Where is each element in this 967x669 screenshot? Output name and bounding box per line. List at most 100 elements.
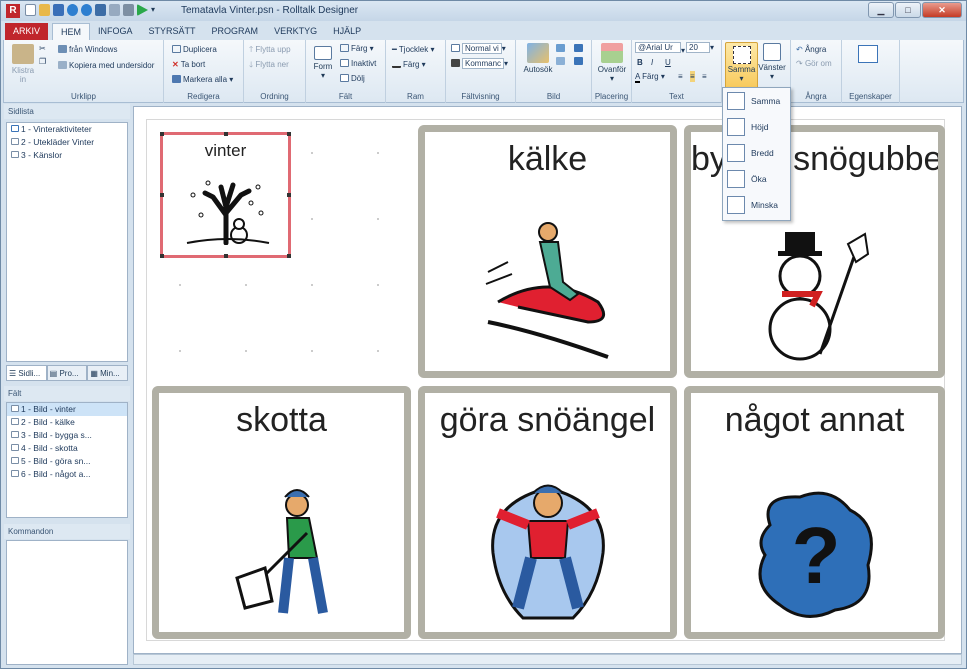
page-item[interactable]: 2 - Utekläder Vinter (7, 136, 127, 149)
page-canvas[interactable]: vinter kälke bygga snögubbe skotta göra … (146, 119, 945, 641)
font-select[interactable]: @Arial Ur ▾ (635, 42, 685, 56)
svg-text:?: ? (791, 511, 840, 600)
tab-program-panel[interactable]: ▤ Pro... (46, 365, 88, 381)
cell-vinter[interactable]: vinter (160, 132, 291, 258)
resize-handle[interactable] (160, 193, 164, 197)
command-view-select[interactable]: Kommanc ▾ (451, 58, 508, 69)
bold-button[interactable]: B (637, 57, 643, 68)
camera-icon[interactable] (574, 43, 585, 54)
play-icon[interactable] (137, 4, 148, 16)
copy-with-subpages-button[interactable]: Kopiera med undersidor (58, 60, 154, 71)
border-color-button[interactable]: Färg ▾ (392, 59, 426, 70)
same-size-button[interactable]: Samma ▾ (725, 42, 758, 90)
tab-styrsatt[interactable]: STYRSÄTT (141, 23, 204, 40)
underline-button[interactable]: U (665, 57, 671, 68)
normal-view-select[interactable]: Normal vi ▾ (451, 43, 506, 54)
resize-handle[interactable] (287, 132, 291, 136)
group-ordning: 🡑 Flytta upp 🡓 Flytta ner Ordning (244, 40, 306, 103)
move-down-button[interactable]: 🡓 Flytta ner (249, 59, 289, 70)
move-up-button[interactable]: 🡑 Flytta upp (249, 44, 291, 55)
horizontal-scrollbar[interactable] (133, 654, 962, 665)
image-icon[interactable] (556, 43, 567, 54)
resize-handle[interactable] (287, 193, 291, 197)
delete-button[interactable]: ✕ Ta bort (172, 59, 205, 70)
close-button[interactable]: ✕ (922, 2, 962, 18)
back-icon[interactable] (67, 4, 78, 16)
app-icon[interactable]: R (6, 4, 20, 18)
tab-hem[interactable]: HEM (52, 23, 91, 40)
redo-button[interactable]: ↷ Gör om (796, 58, 832, 69)
menu-item-oka[interactable]: Öka (723, 166, 790, 192)
group-angra: ↶ Ångra ↷ Gör om Ångra (790, 40, 842, 103)
field-color-button[interactable]: Färg ▾ (340, 43, 374, 54)
tab-sidlista[interactable]: ☰ Sidli... (6, 365, 47, 381)
align-right-icon[interactable]: ≡ (702, 71, 707, 82)
settings-icon[interactable] (123, 4, 134, 16)
font-size-select[interactable]: 20 ▾ (686, 42, 714, 53)
forward-icon[interactable] (81, 4, 92, 16)
page-item[interactable]: 1 - Vinteraktiviteter (7, 123, 127, 136)
align-center-icon[interactable]: ≡ (690, 71, 695, 82)
hide-checkbox[interactable]: Dölj (340, 73, 365, 84)
tab-program[interactable]: PROGRAM (204, 23, 267, 40)
command-list[interactable] (6, 540, 128, 665)
cell-nagot-annat[interactable]: något annat ? (684, 386, 945, 639)
page-item[interactable]: 3 - Känslor (7, 149, 127, 162)
form-button[interactable]: Form ▾ (310, 46, 336, 80)
maximize-button[interactable]: □ (895, 2, 921, 18)
menu-item-bredd[interactable]: Bredd (723, 140, 790, 166)
cell-label: skotta (236, 401, 327, 439)
italic-button[interactable]: I (651, 57, 653, 68)
field-item[interactable]: 5 - Bild - göra sn... (7, 455, 127, 468)
menu-item-minska[interactable]: Minska (723, 192, 790, 218)
page-list[interactable]: 1 - Vinteraktiviteter 2 - Utekläder Vint… (6, 122, 128, 362)
open-icon[interactable] (39, 4, 50, 16)
field-item[interactable]: 4 - Bild - skotta (7, 442, 127, 455)
resize-handle[interactable] (160, 254, 164, 258)
resize-handle[interactable] (287, 254, 291, 258)
field-item[interactable]: 3 - Bild - bygga s... (7, 429, 127, 442)
cell-kalke[interactable]: kälke (418, 125, 677, 378)
paste-button[interactable]: Klistra in (8, 44, 38, 84)
image-edit-icon[interactable] (556, 56, 567, 67)
cut-icon[interactable]: ✂ (39, 43, 46, 54)
field-item[interactable]: 6 - Bild - något a... (7, 468, 127, 481)
text-color-button[interactable]: A Färg ▾ (635, 71, 665, 83)
properties-icon[interactable] (858, 45, 878, 63)
qat-customize[interactable]: ▾ (151, 4, 159, 16)
menu-item-samma[interactable]: Samma (723, 88, 790, 114)
undo-icon[interactable] (95, 4, 106, 16)
autosok-button[interactable]: Autosök (520, 43, 556, 74)
minimize-button[interactable]: ▁ (868, 2, 894, 18)
video-icon[interactable] (574, 56, 585, 67)
group-falt: Form ▾ Färg ▾ Inaktivt Dölj Fält (306, 40, 386, 103)
resize-handle[interactable] (224, 254, 228, 258)
resize-handle[interactable] (160, 132, 164, 136)
field-item[interactable]: 1 - Bild - vinter (7, 403, 127, 416)
resize-handle[interactable] (224, 132, 228, 136)
cell-skotta[interactable]: skotta (152, 386, 411, 639)
save-icon[interactable] (53, 4, 64, 16)
menu-item-hojd[interactable]: Höjd (723, 114, 790, 140)
tab-arkiv[interactable]: ARKIV (5, 23, 49, 40)
select-all-button[interactable]: Markera alla ▾ (172, 74, 233, 85)
from-windows-button[interactable]: från Windows (58, 44, 117, 55)
cell-gora-snoangel[interactable]: göra snöängel (418, 386, 677, 639)
duplicate-button[interactable]: Duplicera (172, 44, 217, 55)
field-list[interactable]: 1 - Bild - vinter 2 - Bild - kälke 3 - B… (6, 402, 128, 518)
tab-infoga[interactable]: INFOGA (90, 23, 141, 40)
new-icon[interactable] (25, 4, 36, 16)
inactive-checkbox[interactable]: Inaktivt (340, 58, 376, 69)
tab-verktyg[interactable]: VERKTYG (266, 23, 325, 40)
undo-button[interactable]: ↶ Ångra (796, 44, 826, 55)
group-label-ram: Ram (407, 92, 424, 101)
field-item[interactable]: 2 - Bild - kälke (7, 416, 127, 429)
placement-above-button[interactable]: Ovanför ▾ (594, 43, 630, 83)
align-left-icon[interactable]: ≡ (678, 71, 683, 82)
redo-icon[interactable] (109, 4, 120, 16)
align-left-button[interactable]: Vänster ▾ (756, 43, 788, 81)
tab-mina[interactable]: ▦ Min... (87, 365, 129, 381)
copy-icon[interactable]: ❐ (39, 56, 46, 67)
thickness-button[interactable]: ━ Tjocklek ▾ (392, 44, 435, 55)
tab-hjalp[interactable]: HJÄLP (325, 23, 369, 40)
